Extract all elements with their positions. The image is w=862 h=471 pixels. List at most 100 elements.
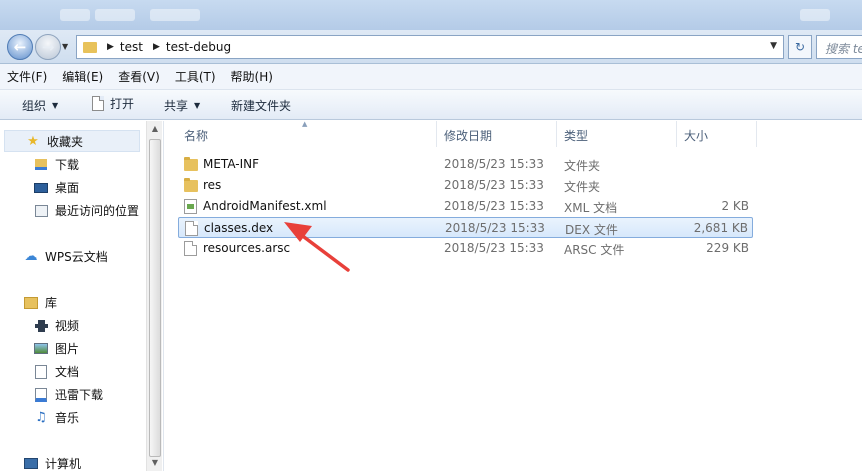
file-date: 2018/5/23 15:33 [444,199,544,213]
title-bar [0,0,862,30]
search-input[interactable]: 搜索 test [816,35,862,59]
file-type: DEX 文件 [565,223,618,237]
column-header-date[interactable]: 修改日期 [438,121,557,147]
organize-button[interactable]: 组织 ▼ [22,97,58,114]
nav-scrollbar[interactable]: ▲ ▼ [146,121,162,471]
nav-downloads-label: 下载 [55,158,80,172]
nav-recent-label: 最近访问的位置 [55,204,140,218]
recent-pages-dropdown[interactable]: ▼ [62,42,68,51]
file-row-androidmanifest[interactable]: AndroidManifest.xml 2018/5/23 15:33 XML … [178,196,753,217]
scroll-down-icon[interactable]: ▼ [147,455,163,471]
file-type: ARSC 文件 [564,243,625,257]
arrow-left-icon: ← [13,38,27,56]
column-header-size[interactable]: 大小 [678,121,757,147]
file-name: AndroidManifest.xml [203,199,327,213]
file-row-meta-inf[interactable]: META-INF 2018/5/23 15:33 文件夹 [178,154,753,175]
file-icon [184,241,197,256]
file-row-res[interactable]: res 2018/5/23 15:33 文件夹 [178,175,753,196]
computer-icon [23,457,39,471]
column-header-type[interactable]: 类型 [558,121,677,147]
title-blur [95,9,135,21]
forward-button[interactable]: → [35,34,61,60]
nav-wps-label: WPS云文档 [45,250,108,264]
menu-file[interactable]: 文件(F) [7,68,47,85]
back-button[interactable]: ← [7,34,33,60]
refresh-button[interactable]: ↻ [788,35,812,59]
nav-pictures[interactable]: 图片 [33,340,79,357]
nav-videos-label: 视频 [55,319,80,333]
nav-videos[interactable]: 视频 [33,317,79,334]
breadcrumb-separator-icon[interactable]: ▶ [107,42,114,52]
menu-tools[interactable]: 工具(T) [175,68,216,85]
download-folder-icon [33,158,49,172]
breadcrumb-separator-icon[interactable]: ▶ [153,42,160,52]
documents-icon [33,364,49,379]
file-size: 2,681 KB [693,221,748,235]
nav-recent-places[interactable]: 最近访问的位置 [33,202,139,219]
xunlei-icon [33,387,49,402]
new-folder-button[interactable]: 新建文件夹 [231,97,291,114]
refresh-icon: ↻ [794,40,806,54]
nav-music[interactable]: ♫ 音乐 [33,409,79,426]
title-blur [60,9,90,21]
nav-documents-label: 文档 [55,365,80,379]
file-date: 2018/5/23 15:33 [444,178,544,192]
file-type: 文件夹 [564,159,601,173]
file-row-classes-dex[interactable]: classes.dex 2018/5/23 15:33 DEX 文件 2,681… [178,217,753,238]
file-date: 2018/5/23 15:33 [444,157,544,171]
share-button[interactable]: 共享 ▼ [164,97,200,114]
scroll-up-icon[interactable]: ▲ [147,121,163,137]
nav-xunlei-label: 迅雷下载 [55,388,104,402]
command-bar: 组织 ▼ 打开 共享 ▼ 新建文件夹 [0,90,862,120]
address-bar[interactable]: ▶ test ▶ test-debug ▼ [76,35,784,59]
menu-edit[interactable]: 编辑(E) [62,68,103,85]
column-header-name[interactable]: 名称 [178,121,437,147]
file-type: 文件夹 [564,180,601,194]
video-icon [33,319,49,333]
file-name: res [203,178,222,192]
nav-computer[interactable]: 计算机 [23,455,81,471]
menu-view[interactable]: 查看(V) [118,68,160,85]
folder-icon [184,178,198,192]
nav-desktop[interactable]: 桌面 [33,179,79,196]
document-icon [92,96,104,111]
breadcrumb-test-debug[interactable]: test-debug [166,40,231,54]
nav-wps-cloud[interactable]: ☁ WPS云文档 [23,248,108,265]
library-icon [23,296,39,310]
file-size: 229 KB [706,241,749,255]
nav-favorites[interactable]: ★ 收藏夹 [25,133,83,150]
nav-downloads[interactable]: 下载 [33,156,79,173]
file-name: META-INF [203,157,260,171]
file-name: classes.dex [204,221,274,235]
file-row-resources-arsc[interactable]: resources.arsc 2018/5/23 15:33 ARSC 文件 2… [178,238,753,259]
file-date: 2018/5/23 15:33 [444,241,544,255]
nav-pictures-label: 图片 [55,342,80,356]
xml-file-icon [184,199,197,214]
nav-libraries[interactable]: 库 [23,294,57,311]
title-blur [150,9,200,21]
file-list: ▲ 名称 修改日期 类型 大小 META-INF 2018/5/23 15:33… [163,120,862,471]
nav-desktop-label: 桌面 [55,181,80,195]
desktop-icon [33,181,49,195]
nav-xunlei-downloads[interactable]: 迅雷下载 [33,386,103,403]
nav-library-label: 库 [45,296,58,310]
title-blur [800,9,830,21]
nav-documents[interactable]: 文档 [33,363,79,380]
nav-favorites-label: 收藏夹 [47,135,84,149]
open-button[interactable]: 打开 [92,95,134,112]
star-icon: ★ [27,134,39,149]
folder-icon [83,41,97,53]
chevron-down-icon: ▼ [194,101,201,110]
file-size: 2 KB [721,199,749,213]
menu-help[interactable]: 帮助(H) [231,68,273,85]
arrow-right-icon: → [41,38,55,56]
breadcrumb-test[interactable]: test [120,40,143,54]
address-dropdown-icon[interactable]: ▼ [770,41,777,51]
scroll-thumb[interactable] [149,139,161,457]
picture-icon [33,342,49,356]
nav-music-label: 音乐 [55,411,80,425]
folder-icon [184,157,198,171]
recent-places-icon [33,204,49,218]
chevron-down-icon: ▼ [52,101,59,110]
file-icon [185,221,198,236]
